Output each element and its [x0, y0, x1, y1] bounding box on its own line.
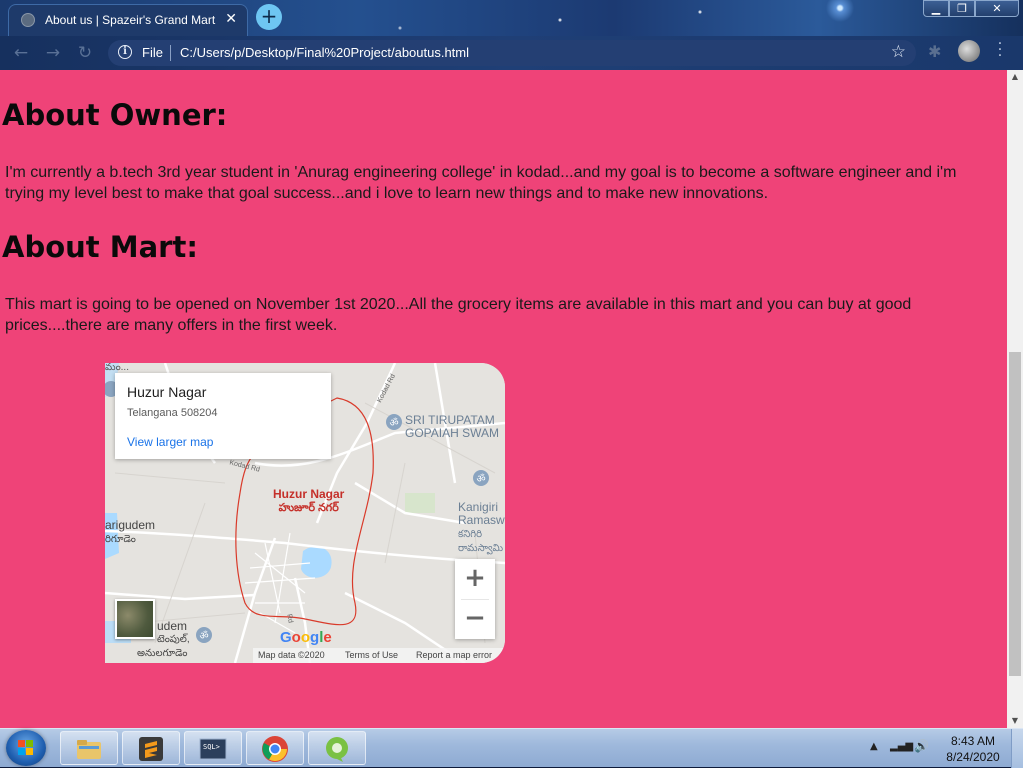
taskbar-green-app[interactable] [308, 731, 366, 765]
map-center-label: Huzur Nagar హుజూర్ నగర్ [273, 488, 344, 515]
svg-text:SQL>: SQL> [203, 743, 220, 751]
green-app-icon [326, 737, 348, 762]
show-hidden-icons-arrow[interactable]: ▲ [870, 741, 878, 752]
clock-time: 8:43 AM [950, 734, 996, 748]
start-button[interactable] [6, 730, 46, 766]
map-road-label-3: Rd [285, 613, 294, 624]
report-map-error-link[interactable]: Report a map error [416, 650, 492, 660]
taskbar-sql-tool[interactable]: SQL> [184, 731, 242, 765]
map-place-address: Telangana 508204 [127, 407, 218, 419]
map-label-southwest: udem టెంపుల్, అనులగూడెం [137, 619, 190, 660]
map-label-sw-local-1: టెంపుల్, [157, 634, 190, 645]
system-clock[interactable]: 8:43 AM 8/24/2020 [940, 733, 1006, 765]
address-bar[interactable]: i File C:/Users/p/Desktop/Final%20Projec… [108, 40, 916, 66]
scroll-up-arrow-icon[interactable]: ▲ [1007, 70, 1023, 84]
menu-dots-icon[interactable]: · · · [996, 37, 1004, 63]
satellite-toggle-button[interactable] [115, 599, 155, 639]
map-poi-2-local-1: కనిగిరి [458, 529, 482, 540]
map-label-west-local: రిగూడెం [105, 534, 136, 545]
map-center-label-en: Huzur Nagar [273, 487, 345, 501]
extension-puzzle-icon[interactable]: ✱ [928, 42, 946, 61]
folder-icon [77, 740, 101, 759]
sublime-text-icon [139, 737, 163, 761]
chrome-icon [262, 736, 288, 762]
close-window-button[interactable]: ✕ [975, 0, 1019, 17]
map-poi-temple-2[interactable]: Kanigiri Ramasw కనిగిరి రామస్వామి [458, 501, 505, 555]
address-divider [170, 45, 171, 61]
google-logo: Google [280, 629, 332, 646]
zoom-in-button[interactable]: + [455, 559, 495, 599]
address-url[interactable]: C:/Users/p/Desktop/Final%20Project/about… [180, 45, 469, 60]
scrollbar-thumb[interactable] [1009, 352, 1021, 676]
scroll-down-arrow-icon[interactable]: ▼ [1007, 714, 1023, 728]
volume-icon[interactable]: 🔊 [914, 739, 929, 753]
page-viewport: About Owner: I'm currently a b.tech 3rd … [0, 70, 1007, 728]
map-poi-1-line2: GOPAIAH SWAM [405, 426, 500, 440]
map-poi-2-line2: Ramasw [458, 513, 505, 527]
map-zoom-controls: + − [455, 559, 495, 639]
zoom-out-button[interactable]: − [455, 599, 495, 639]
profile-avatar[interactable] [958, 40, 980, 62]
taskbar-file-explorer[interactable] [60, 731, 118, 765]
map-footer: Map data ©2020 Terms of Use Report a map… [253, 648, 505, 663]
browser-toolbar: ← → ↻ i File C:/Users/p/Desktop/Final%20… [0, 36, 1023, 70]
tab-title: About us | Spazeir's Grand Mart [45, 13, 216, 27]
windows-taskbar: SQL> ▲ ▂▄▆ 🔊 8:43 AM 8/24/2020 [0, 728, 1023, 768]
map-poi-2-line1: Kanigiri [458, 500, 499, 514]
tab-close-icon[interactable]: ✕ [225, 11, 237, 27]
show-desktop-button[interactable] [1011, 729, 1023, 768]
svg-text:ॐ: ॐ [199, 630, 208, 642]
map-label-sw-en: udem [157, 619, 188, 633]
address-scheme: File [142, 45, 163, 60]
map-poi-temple-1[interactable]: SRI TIRUPATAM GOPAIAH SWAM [405, 414, 499, 440]
clock-date: 8/24/2020 [946, 750, 1000, 764]
map-data-attribution: Map data ©2020 [258, 650, 325, 660]
forward-arrow-icon[interactable]: → [42, 42, 64, 64]
owner-heading: About Owner: [2, 98, 228, 132]
svg-text:ॐ: ॐ [476, 473, 485, 485]
taskbar-sublime-text[interactable] [122, 731, 180, 765]
mart-paragraph: This mart is going to be opened on Novem… [5, 296, 912, 334]
svg-text:ॐ: ॐ [389, 417, 398, 429]
mart-heading: About Mart: [2, 230, 198, 264]
terms-of-use-link[interactable]: Terms of Use [345, 650, 398, 660]
bookmark-star-icon[interactable]: ☆ [891, 42, 906, 62]
taskbar-chrome[interactable] [246, 731, 304, 765]
map-center-label-local: హుజూర్ నగర్ [278, 502, 339, 514]
reload-icon[interactable]: ↻ [74, 42, 96, 64]
info-icon[interactable]: i [118, 45, 132, 59]
map-place-name: Huzur Nagar [127, 384, 207, 400]
sql-terminal-icon: SQL> [199, 738, 227, 760]
maximize-button[interactable]: ❐ [949, 0, 975, 17]
map-info-card: Huzur Nagar Telangana 508204 View larger… [115, 373, 331, 459]
page-scrollbar[interactable]: ▲ ▼ [1007, 70, 1023, 728]
owner-paragraph: I'm currently a b.tech 3rd year student … [5, 164, 957, 202]
browser-tab-active[interactable]: About us | Spazeir's Grand Mart ✕ [8, 4, 248, 36]
view-larger-map-link[interactable]: View larger map [127, 435, 213, 449]
minimize-button[interactable]: ▁ [923, 0, 949, 17]
embedded-map[interactable]: ॐ ॐ ॐ మం... SRI TIRUPATAM GOPAIAH SWAM K… [105, 363, 505, 663]
windows-logo-icon [18, 740, 34, 756]
browser-titlebar: About us | Spazeir's Grand Mart ✕ + ▁ ❐ … [0, 0, 1023, 36]
globe-icon [21, 13, 35, 27]
window-controls: ▁ ❐ ✕ [923, 0, 1019, 18]
map-label-west: arigudem రిగూడెం [105, 519, 155, 546]
map-poi-1-line1: SRI TIRUPATAM [405, 413, 495, 427]
map-label-sw-local-2: అనులగూడెం [137, 648, 188, 659]
back-arrow-icon[interactable]: ← [10, 42, 32, 64]
map-poi-2-local-2: రామస్వామి [458, 543, 504, 554]
map-label-west-en: arigudem [105, 518, 156, 532]
network-icon[interactable]: ▂▄▆ [890, 741, 913, 752]
new-tab-button[interactable]: + [256, 4, 282, 30]
